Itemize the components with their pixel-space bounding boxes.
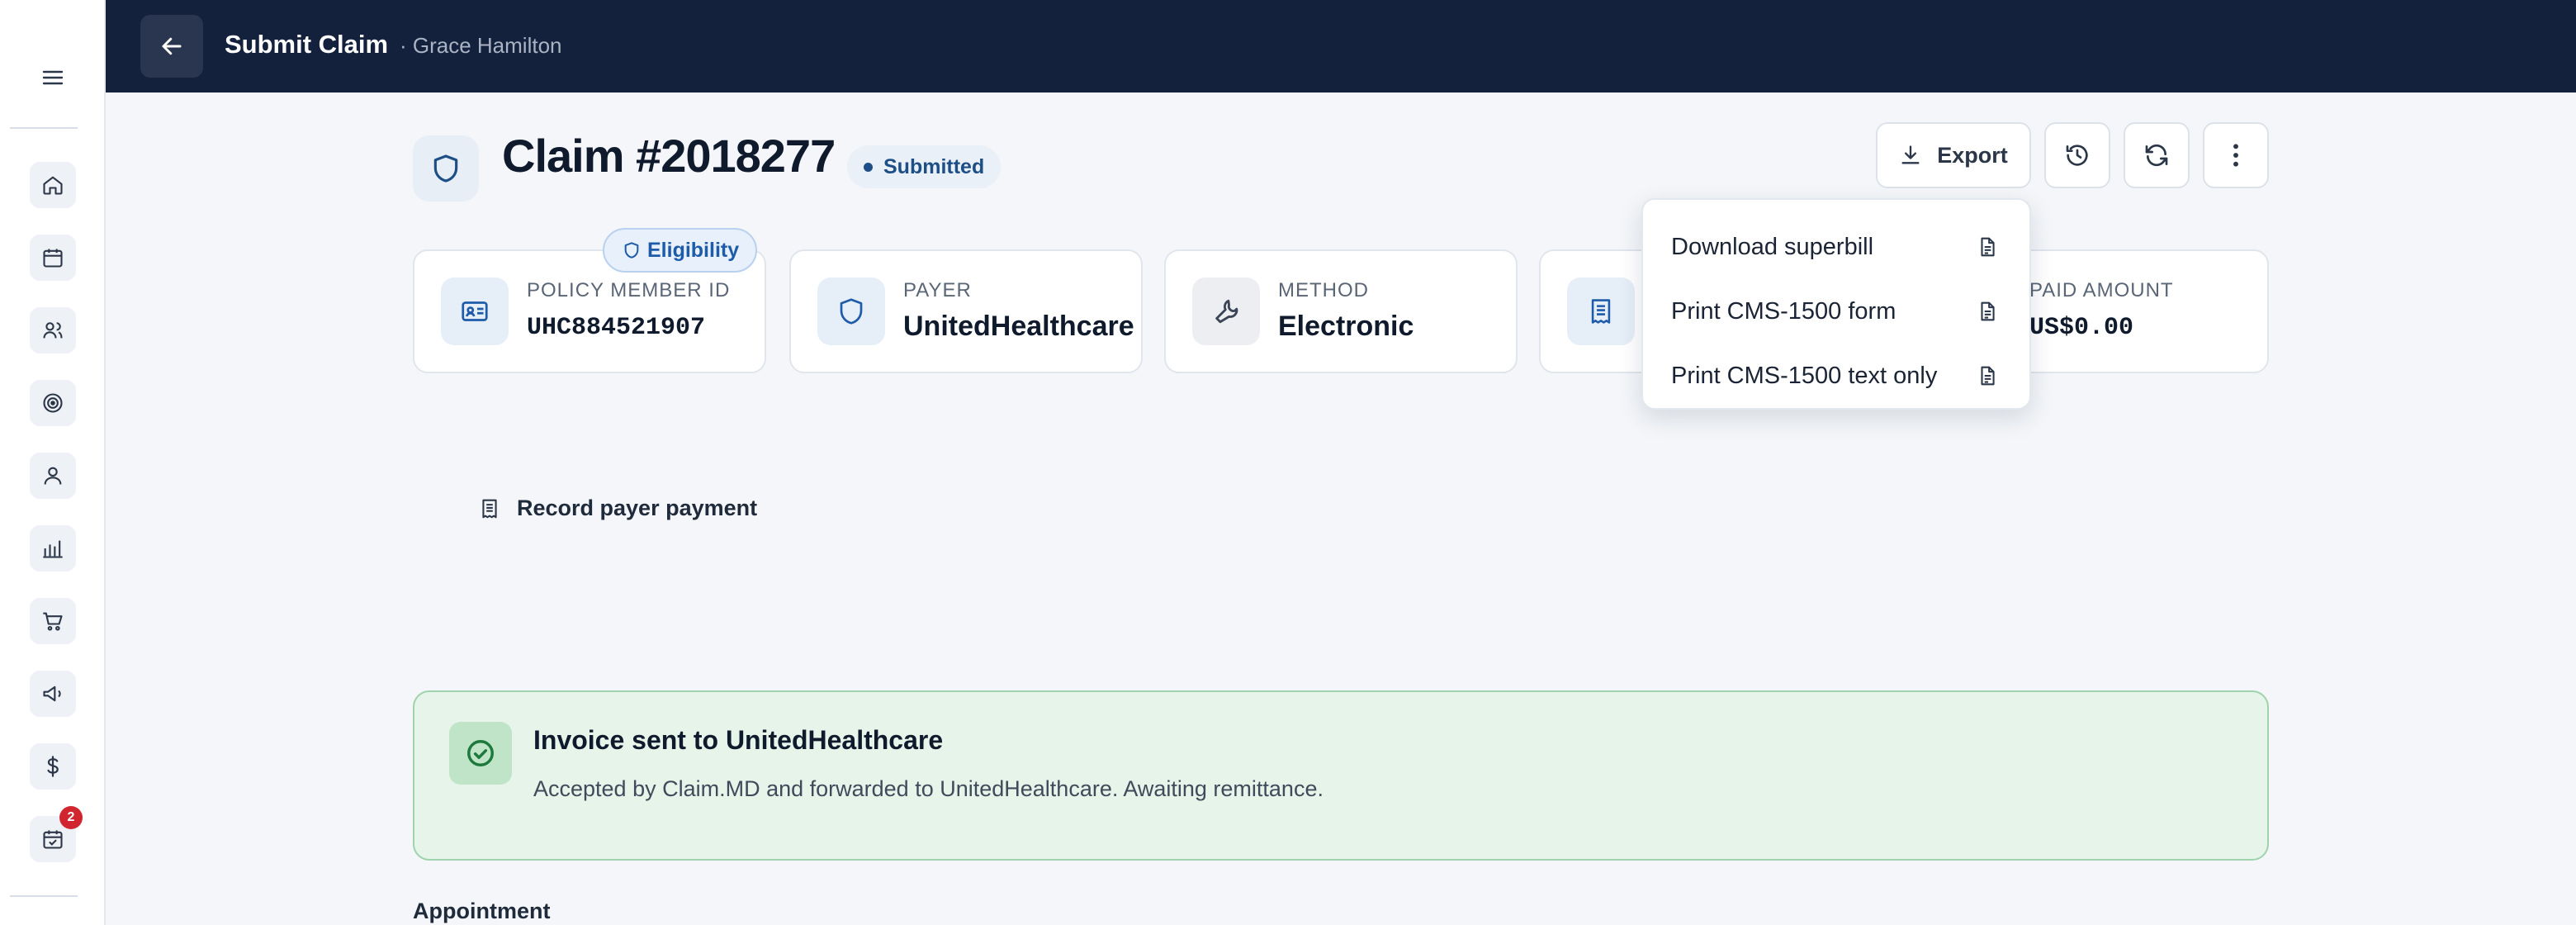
sidebar-item-marketing[interactable] — [30, 671, 76, 717]
menu-item-print-cms1500-text[interactable]: Print CMS-1500 text only — [1643, 344, 2029, 408]
sidebar-divider — [10, 895, 78, 897]
shield-icon — [817, 278, 885, 345]
method-card: Method Electronic — [1164, 249, 1518, 373]
top-bar: Submit Claim · Grace Hamilton — [106, 0, 2576, 92]
history-button[interactable] — [2044, 122, 2110, 188]
more-options-button[interactable] — [2203, 122, 2269, 188]
cart-icon — [43, 612, 63, 631]
card-label: Paid amount — [2029, 279, 2174, 301]
sidebar-item-billing[interactable] — [30, 743, 76, 790]
export-label: Export — [1937, 142, 2008, 168]
payer-name: UnitedHealthcare — [903, 311, 1134, 342]
megaphone-icon — [43, 685, 61, 702]
card-label: Method — [1278, 279, 1369, 301]
menu-item-download-superbill[interactable]: Download superbill — [1643, 215, 2029, 279]
sidebar-item-calendar[interactable] — [30, 235, 76, 281]
appointment-heading: Appointment — [413, 899, 551, 923]
record-payer-payment-button[interactable]: Record payer payment — [479, 496, 757, 521]
target-icon — [43, 393, 63, 413]
wrench-icon — [1192, 278, 1260, 345]
sidebar-item-reports[interactable] — [30, 525, 76, 572]
invoice-status-banner: Invoice sent to UnitedHealthcare Accepte… — [413, 690, 2269, 861]
sidebar-item-tasks[interactable]: 2 — [30, 806, 83, 862]
menu-item-label: Print CMS-1500 form — [1671, 297, 1896, 325]
download-icon — [1901, 145, 1920, 164]
arrow-left-icon — [162, 37, 182, 55]
check-circle-icon — [449, 722, 512, 785]
receipt-icon — [482, 499, 497, 518]
payer-card: Payer UnitedHealthcare — [789, 249, 1143, 373]
home-icon — [43, 176, 63, 195]
menu-icon[interactable] — [33, 58, 73, 97]
policy-member-id: UHC884521907 — [527, 314, 706, 342]
export-button[interactable]: Export — [1876, 122, 2031, 188]
sidebar-item-target[interactable] — [30, 380, 76, 426]
sidebar-item-shop[interactable] — [30, 598, 76, 644]
calendar-icon — [43, 249, 63, 268]
person-icon — [44, 467, 62, 485]
sidebar-item-users[interactable] — [30, 307, 76, 353]
history-icon — [2066, 145, 2088, 166]
card-label: Policy member ID — [527, 279, 731, 301]
bar-chart-icon — [43, 540, 63, 558]
document-icon — [1981, 237, 1995, 257]
receipt-icon — [1567, 278, 1635, 345]
export-dropdown-menu: Download superbill Print CMS-1500 form P… — [1641, 198, 2031, 410]
notification-badge: 2 — [59, 806, 83, 829]
dollar-icon — [47, 756, 59, 777]
status-badge: Submitted — [847, 145, 1002, 188]
banner-text: Accepted by Claim.MD and forwarded to Un… — [533, 776, 1324, 801]
shield-icon — [624, 242, 639, 259]
sidebar-item-home[interactable] — [30, 162, 76, 208]
eligibility-badge[interactable]: Eligibility — [603, 228, 758, 273]
page-title: Submit Claim — [225, 30, 389, 59]
document-icon — [1981, 366, 1995, 386]
document-icon — [1981, 301, 1995, 321]
sidebar-divider — [10, 127, 78, 129]
refresh-button[interactable] — [2124, 122, 2190, 188]
banner-title: Invoice sent to UnitedHealthcare — [533, 725, 944, 755]
claim-shield-icon — [413, 135, 479, 202]
paid-amount-value: US$0.00 — [2029, 314, 2134, 342]
patient-name: · Grace Hamilton — [400, 33, 562, 58]
back-button[interactable] — [140, 15, 203, 78]
users-icon — [43, 322, 63, 339]
record-payment-label: Record payer payment — [517, 496, 758, 520]
card-label: Payer — [903, 279, 972, 301]
eligibility-label: Eligibility — [647, 238, 740, 262]
sidebar: 2 — [0, 0, 106, 925]
menu-item-label: Print CMS-1500 text only — [1671, 362, 1938, 389]
menu-item-label: Download superbill — [1671, 233, 1874, 260]
calendar-check-icon — [43, 830, 63, 849]
refresh-icon — [2145, 144, 2168, 167]
id-card-icon — [441, 278, 509, 345]
sidebar-item-person[interactable] — [30, 453, 76, 499]
kebab-menu-icon — [2233, 144, 2238, 167]
menu-item-print-cms1500-form[interactable]: Print CMS-1500 form — [1643, 279, 2029, 344]
method-value: Electronic — [1278, 311, 1414, 342]
claim-title: Claim #2018277 — [502, 130, 836, 182]
